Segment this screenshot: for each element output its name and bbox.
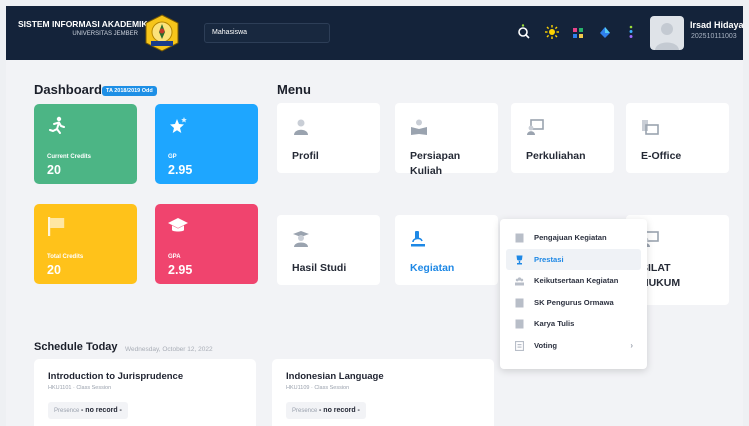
group-icon [515,277,524,286]
menu-label: Perkuliahan [526,150,586,162]
presence-label: Presence [54,408,80,414]
course-card[interactable]: Introduction to Jurisprudence HKU1101 · … [34,359,256,426]
dashboard-title: Dashboard [34,82,102,97]
menu-card-perkuliahan[interactable]: Perkuliahan [511,103,614,173]
stat-value: 2.95 [168,163,193,177]
menu-label: Profil [292,150,319,162]
sun-icon[interactable] [544,24,560,40]
role-selector[interactable]: Mahasiswa [204,23,330,43]
course-code: HKU1109 · Class Session [286,385,350,391]
app-subtitle: UNIVERSITAS JEMBER [72,31,138,37]
chevron-right-icon: › [630,340,633,350]
course-card[interactable]: Indonesian Language HKU1109 · Class Sess… [272,359,494,426]
stat-card-current-credits: Current Credits 20 [34,104,137,184]
graduation-cap-icon [168,218,188,232]
menu-card-kegiatan[interactable]: Kegiatan [395,215,498,285]
flag-icon [48,217,65,236]
stat-card-gpa: GPA 2.95 [155,204,258,284]
university-logo-icon [145,14,179,52]
menu-card-hasil-studi[interactable]: Hasil Studi [277,215,380,285]
avatar-placeholder-icon [655,23,679,50]
search-icon[interactable] [516,24,532,40]
star-icon [170,117,187,133]
stat-value: 20 [47,163,61,177]
presence-value: - no record - [319,407,360,414]
graduate-icon [293,231,309,247]
diamond-icon[interactable] [597,24,613,40]
avatar[interactable] [650,16,684,50]
top-bar: SISTEM INFORMASI AKADEMIK UNIVERSITAS JE… [6,6,743,60]
user-id: 202510111003 [691,33,737,40]
presence-label: Presence [292,408,318,414]
menu-label: Hasil Studi [292,262,347,274]
stat-card-total-credits: Total Credits 20 [34,204,137,284]
app-title: SISTEM INFORMASI AKADEMIK [18,19,148,29]
dropdown-item-sk-pengurus-ormawa[interactable]: SK Pengurus Ormawa [506,292,641,314]
stat-label: GPA [168,254,181,260]
menu-card-e-office[interactable]: E-Office [626,103,729,173]
runner-icon [49,116,65,134]
menu-label: Kegiatan [410,262,455,274]
course-name: Introduction to Jurisprudence [48,371,184,382]
trophy-icon [516,255,523,264]
dots-icon[interactable] [623,24,639,40]
stat-card-gp: GP 2.95 [155,104,258,184]
menu-card-persiapan-kuliah[interactable]: Persiapan Kuliah [395,103,498,177]
stat-label: Current Credits [47,154,92,160]
apps-icon[interactable] [570,24,586,40]
document-icon [515,233,524,243]
user-icon [294,119,308,135]
dropdown-item-pengajuan-kegiatan[interactable]: Pengajuan Kegiatan [506,227,641,249]
dropdown-label: Pengajuan Kegiatan [534,233,607,242]
office-icon [642,120,659,135]
kegiatan-dropdown-menu: Pengajuan Kegiatan Prestasi Keikutsertaa… [500,219,647,369]
menu-title: Menu [277,82,311,97]
dropdown-item-voting[interactable]: Voting › [506,335,641,357]
microscope-icon [411,231,425,247]
document-icon [515,298,524,307]
presence-status: Presence - no record - [48,402,128,419]
stat-label: Total Credits [47,254,84,260]
document-icon [515,319,524,329]
academic-year-badge: TA 2018/2019 Odd [102,86,157,96]
reading-icon [411,119,427,135]
ballot-icon [515,340,524,351]
dropdown-item-karya-tulis[interactable]: Karya Tulis [506,313,641,335]
presence-value: - no record - [81,407,122,414]
dropdown-item-keikutsertaan-kegiatan[interactable]: Keikutsertaan Kegiatan [506,270,641,292]
stat-value: 20 [47,263,61,277]
schedule-title: Schedule Today [34,341,118,353]
schedule-date: Wednesday, October 12, 2022 [125,346,213,353]
stat-label: GP [168,154,177,160]
dropdown-label: Keikutsertaan Kegiatan [534,276,619,285]
user-name: Irsad Hidayat [690,20,743,30]
dropdown-label: Voting [534,340,558,350]
dropdown-label: SK Pengurus Ormawa [534,297,614,307]
menu-card-profil[interactable]: Profil [277,103,380,173]
course-name: Indonesian Language [286,371,384,382]
dropdown-item-prestasi[interactable]: Prestasi [506,248,641,270]
menu-label: E-Office [641,150,682,162]
brand[interactable]: SISTEM INFORMASI AKADEMIK UNIVERSITAS JE… [18,19,148,37]
dropdown-label: Karya Tulis [534,319,575,328]
presentation-icon [527,119,544,135]
stat-value: 2.95 [168,263,193,277]
dropdown-label: Prestasi [534,254,564,264]
course-code: HKU1101 · Class Session [48,385,112,391]
app-frame: SISTEM INFORMASI AKADEMIK UNIVERSITAS JE… [6,6,743,426]
menu-label: Persiapan Kuliah [410,150,461,177]
presence-status: Presence - no record - [286,402,366,419]
